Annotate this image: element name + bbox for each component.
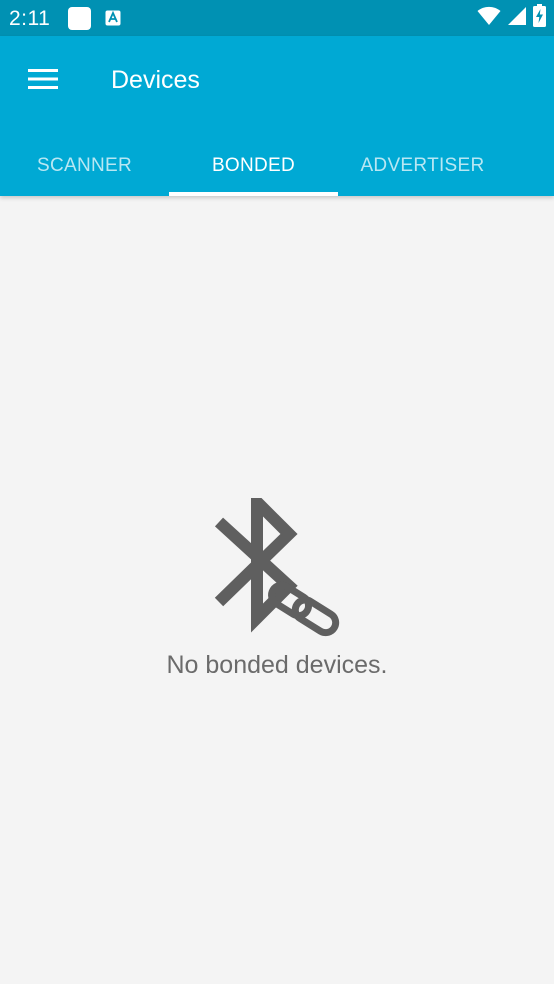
tab-scanner[interactable]: SCANNER — [0, 136, 169, 196]
tab-bonded-label: BONDED — [211, 155, 296, 176]
notification-a-icon — [105, 10, 121, 26]
tab-bar: SCANNER BONDED ADVERTISER — [0, 136, 508, 196]
tab-scanner-label: SCANNER — [36, 155, 132, 176]
hamburger-menu-icon — [28, 68, 58, 94]
tab-bonded[interactable]: BONDED — [169, 136, 338, 196]
wifi-icon — [477, 6, 501, 31]
status-bar: 2:11 — [0, 0, 554, 36]
tab-advertiser[interactable]: ADVERTISER — [338, 136, 507, 196]
empty-state-message: No bonded devices. — [166, 651, 388, 679]
status-time: 2:11 — [9, 7, 51, 30]
battery-charging-icon — [533, 4, 546, 32]
status-right-icons — [477, 4, 546, 32]
bonded-devices-content: No bonded devices. — [0, 196, 554, 984]
menu-button[interactable] — [20, 58, 66, 104]
tab-advertiser-label: ADVERTISER — [360, 155, 485, 176]
signal-icon — [507, 6, 527, 31]
page-title: Devices — [111, 66, 200, 94]
bluetooth-link-off-icon — [205, 487, 345, 638]
notification-square-icon — [68, 7, 91, 30]
app-bar: Devices SCANNER BONDED ADVERTISER — [0, 36, 554, 196]
